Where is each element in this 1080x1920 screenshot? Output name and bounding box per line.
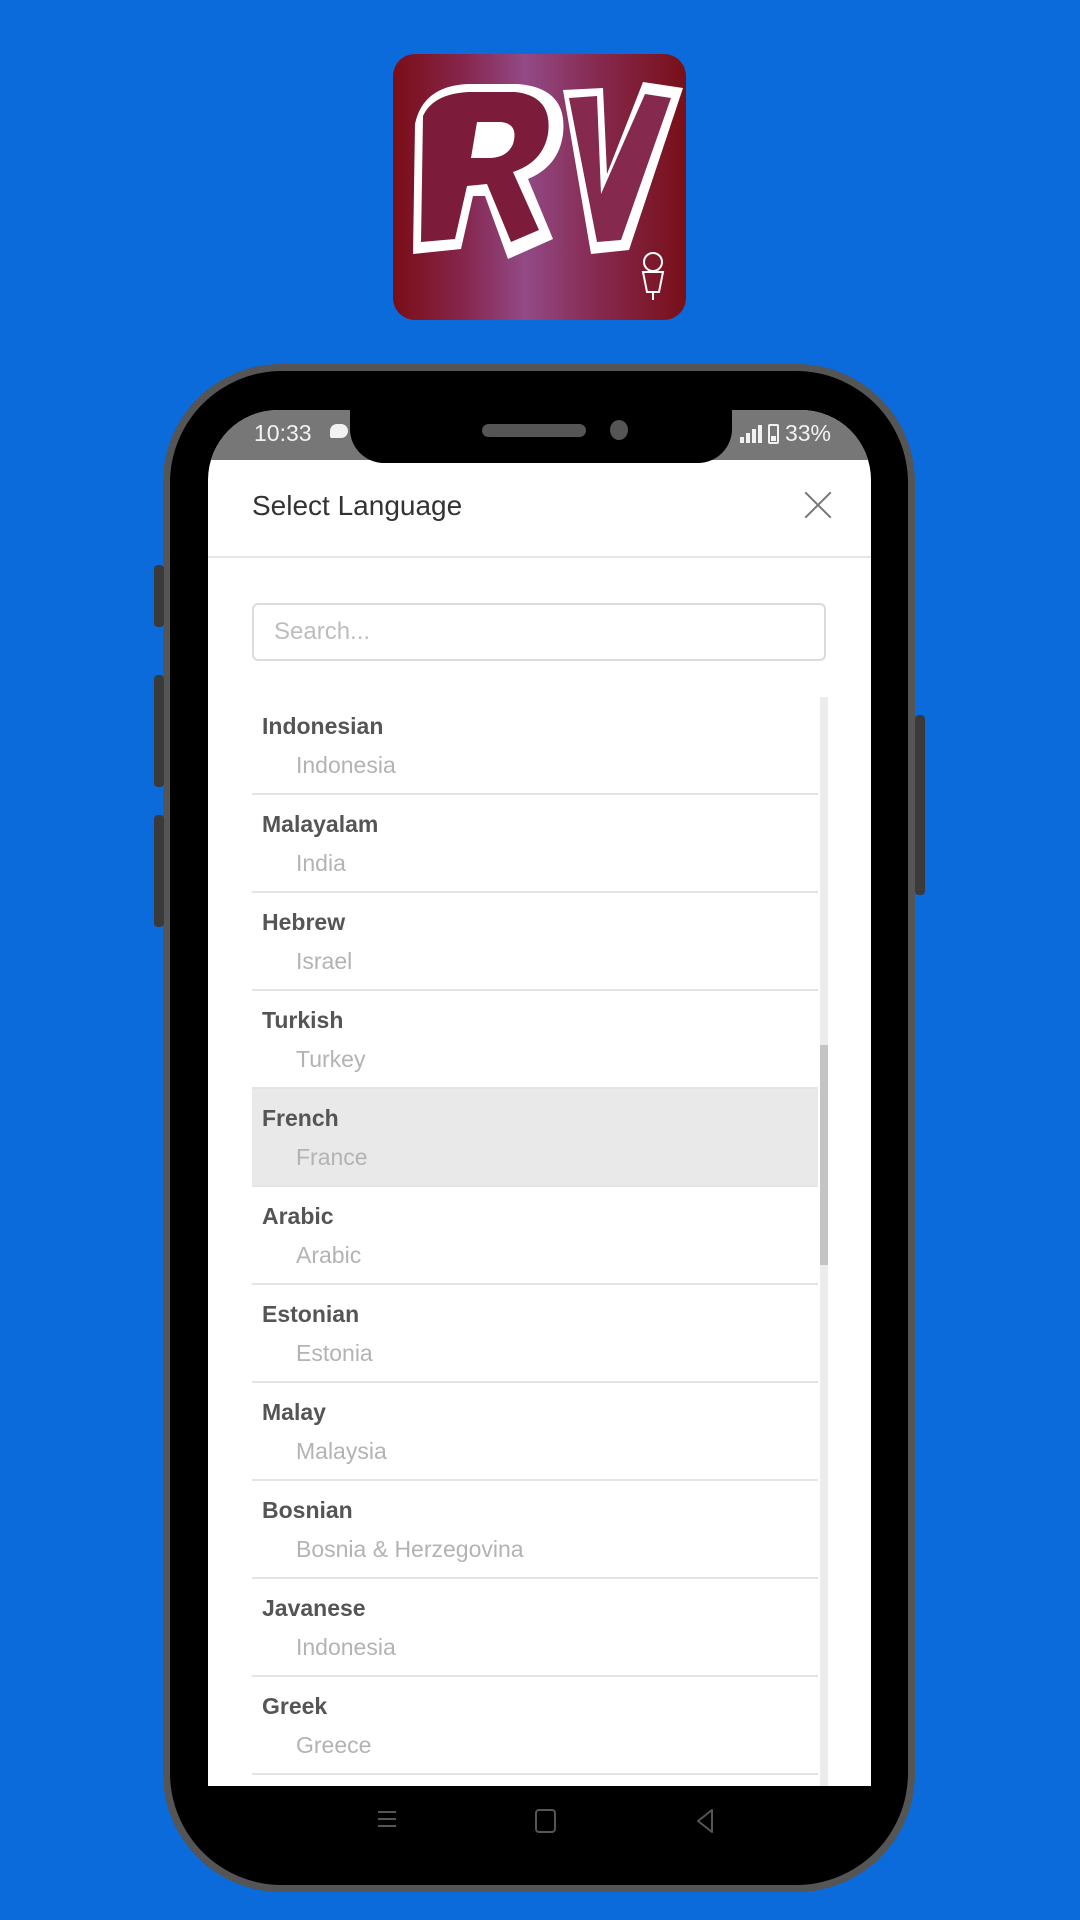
language-name: Hebrew bbox=[262, 909, 346, 935]
language-item[interactable]: Greek Greece bbox=[252, 1677, 818, 1775]
language-item[interactable]: Estonian Estonia bbox=[252, 1285, 818, 1383]
app-logo bbox=[393, 54, 686, 320]
language-region: India bbox=[296, 850, 346, 876]
navigation-bar bbox=[208, 1786, 871, 1856]
language-region: Bosnia & Herzegovina bbox=[296, 1536, 524, 1562]
language-item[interactable]: French France bbox=[252, 1089, 818, 1187]
phone-screen: 10:33 33% Select Language IndonesianIndo… bbox=[208, 410, 871, 1786]
language-name: Javanese bbox=[262, 1595, 366, 1621]
signal-icon bbox=[739, 424, 762, 443]
language-item[interactable]: Malayalam India bbox=[252, 795, 818, 893]
scrollbar-track[interactable] bbox=[820, 697, 828, 1786]
language-region: Arabic bbox=[296, 1242, 362, 1268]
phone-power-button bbox=[915, 715, 925, 895]
language-item[interactable]: Bosnian Bosnia & Herzegovina bbox=[252, 1481, 818, 1579]
language-item[interactable]: Arabic Arabic bbox=[252, 1187, 818, 1285]
language-name: Arabic bbox=[262, 1203, 334, 1229]
language-region: Malaysia bbox=[296, 1438, 387, 1464]
battery-level: 33% bbox=[784, 420, 831, 446]
home-icon[interactable] bbox=[530, 1806, 560, 1836]
message-icon bbox=[330, 424, 348, 438]
modal-header: Select Language bbox=[208, 460, 871, 558]
language-item[interactable]: Turkish Turkey bbox=[252, 991, 818, 1089]
language-name: Indonesian bbox=[262, 713, 384, 739]
language-name: Bosnian bbox=[262, 1497, 353, 1523]
rv-logo-graphic bbox=[413, 82, 683, 300]
close-icon[interactable] bbox=[803, 490, 833, 520]
phone-volume-down-button bbox=[154, 815, 164, 927]
modal-title: Select Language bbox=[252, 490, 463, 521]
language-item[interactable]: Malay Malaysia bbox=[252, 1383, 818, 1481]
language-region: Turkey bbox=[296, 1046, 366, 1072]
language-item[interactable]: Filipino bbox=[252, 1775, 818, 1786]
language-name: Greek bbox=[262, 1693, 328, 1719]
speaker-grille bbox=[482, 424, 586, 437]
language-region: Israel bbox=[296, 948, 353, 974]
battery-charging-icon bbox=[767, 423, 779, 444]
front-camera bbox=[610, 420, 628, 440]
language-list[interactable]: Indonesian Indonesia Malayalam India Hebrew I… bbox=[252, 697, 828, 1786]
status-time: 10:33 bbox=[254, 420, 312, 446]
phone-volume-up-button bbox=[154, 675, 164, 787]
scrollbar-thumb[interactable] bbox=[820, 1045, 828, 1265]
language-item[interactable]: Indonesian Indonesia bbox=[252, 697, 818, 795]
language-name: French bbox=[262, 1105, 339, 1131]
microphone-icon bbox=[641, 252, 665, 300]
language-name: Malay bbox=[262, 1399, 326, 1425]
language-name: Estonian bbox=[262, 1301, 360, 1327]
language-name: Turkish bbox=[262, 1007, 344, 1033]
language-region: Estonia bbox=[296, 1340, 373, 1366]
phone-notch bbox=[350, 410, 732, 463]
language-region: Indonesia bbox=[296, 752, 396, 778]
language-name: Malayalam bbox=[262, 811, 379, 837]
language-region: France bbox=[296, 1144, 368, 1170]
recent-apps-icon[interactable] bbox=[372, 1806, 402, 1836]
language-item[interactable]: Hebrew Israel bbox=[252, 893, 818, 991]
status-right: 33% bbox=[739, 420, 831, 447]
logo-letters bbox=[413, 82, 683, 259]
phone-side-button bbox=[154, 565, 164, 627]
search-input[interactable] bbox=[252, 603, 826, 661]
back-icon[interactable] bbox=[690, 1806, 720, 1836]
language-region: Indonesia bbox=[296, 1634, 396, 1660]
language-item[interactable]: Javanese Indonesia bbox=[252, 1579, 818, 1677]
language-region: Greece bbox=[296, 1732, 372, 1758]
